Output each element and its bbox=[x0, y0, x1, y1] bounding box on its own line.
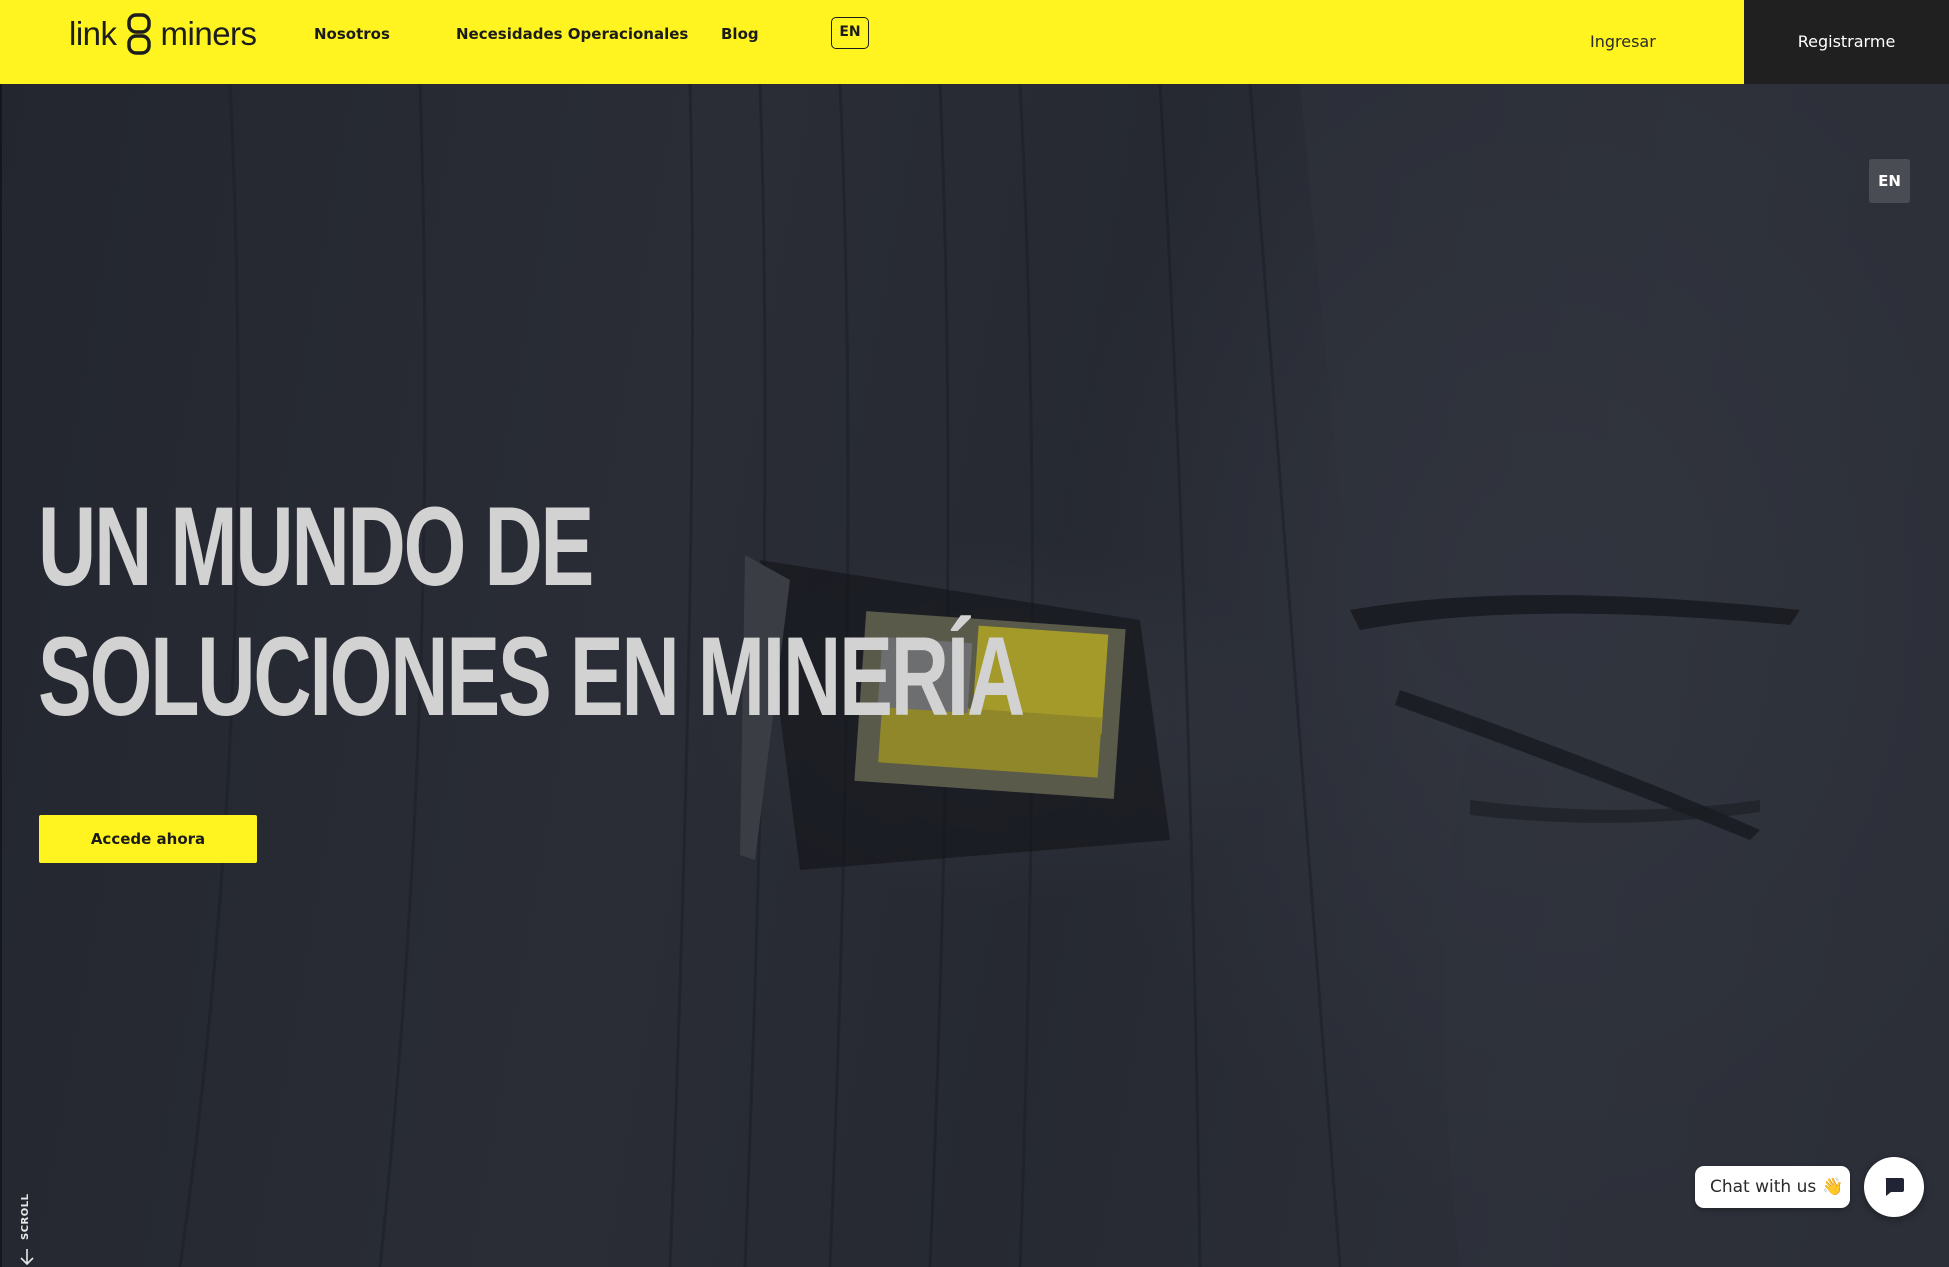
logo-link-mark-icon bbox=[126, 13, 151, 55]
hero-headline-line-1: UN MUNDO DE bbox=[38, 484, 594, 609]
nav-item-necesidades-operacionales[interactable]: Necesidades Operacionales bbox=[456, 22, 688, 46]
chat-prompt-bubble[interactable]: Chat with us 👋 bbox=[1695, 1166, 1850, 1208]
arrow-down-icon bbox=[20, 1249, 34, 1266]
hero-headline-line-2: SOLUCIONES EN MINERÍA bbox=[38, 614, 1025, 739]
nav-item-blog[interactable]: Blog bbox=[721, 22, 759, 46]
landing-page: link miners Nosotros Necesidades Operaci… bbox=[0, 0, 1949, 1267]
logo-word-left: link bbox=[69, 15, 117, 52]
chat-prompt-text: Chat with us bbox=[1710, 1177, 1817, 1197]
access-now-button[interactable]: Accede ahora bbox=[39, 815, 257, 863]
register-button[interactable]: Registrarme bbox=[1744, 0, 1949, 84]
waving-hand-icon: 👋 bbox=[1822, 1177, 1844, 1197]
login-link[interactable]: Ingresar bbox=[1590, 30, 1656, 54]
scroll-label: SCROLL bbox=[20, 1193, 31, 1241]
language-toggle[interactable]: EN bbox=[831, 17, 869, 49]
linkminers-logo[interactable]: link miners bbox=[69, 12, 257, 56]
nav-item-nosotros[interactable]: Nosotros bbox=[314, 22, 390, 46]
logo-word-right: miners bbox=[160, 15, 258, 52]
top-navigation-bar: link miners Nosotros Necesidades Operaci… bbox=[0, 0, 1949, 84]
chat-message-icon bbox=[1885, 1178, 1904, 1196]
floating-language-button[interactable]: EN bbox=[1869, 159, 1910, 203]
chat-launcher-button[interactable] bbox=[1864, 1157, 1924, 1217]
hero-headline: UN MUNDO DE SOLUCIONES EN MINERÍA bbox=[38, 482, 1138, 742]
left-border-rule bbox=[0, 0, 2, 1267]
scroll-indicator[interactable]: SCROLL bbox=[14, 1193, 38, 1267]
